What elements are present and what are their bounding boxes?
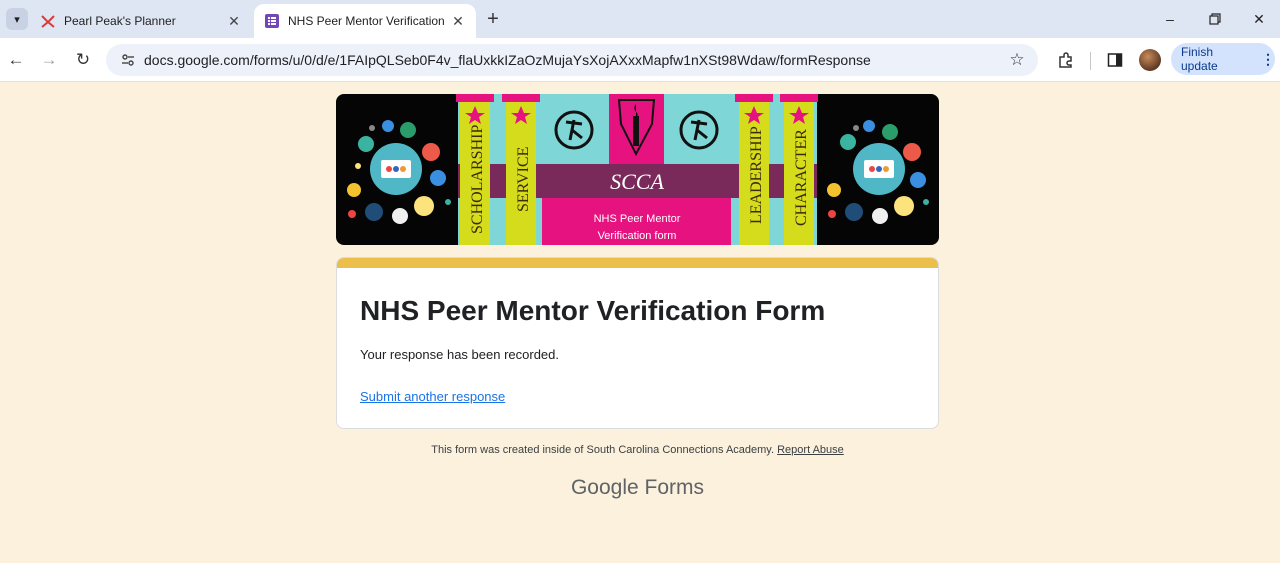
banner-caption-line2: Verification form (598, 230, 677, 242)
pillar-label-scholarship: SCHOLARSHIP (469, 125, 486, 234)
close-window-icon[interactable]: ✕ (1246, 6, 1272, 32)
bookmark-star-icon[interactable]: ☆ (1002, 45, 1032, 75)
browser-toolbar: ← → ↻ docs.google.com/forms/u/0/d/e/1FAI… (0, 38, 1280, 82)
pillar-label-leadership: LEADERSHIP (748, 126, 765, 224)
minimize-icon[interactable]: – (1157, 6, 1183, 32)
close-tab-icon[interactable]: ✕ (226, 13, 242, 29)
more-vert-icon: ⋮ (1261, 50, 1275, 67)
created-inside-text: This form was created inside of South Ca… (431, 444, 775, 456)
finish-update-label: Finish update (1181, 45, 1218, 73)
google-forms-logo[interactable]: Google Forms (336, 476, 939, 500)
forward-arrow-icon[interactable]: → (36, 47, 62, 73)
new-tab-plus-icon[interactable]: + (482, 8, 504, 30)
planner-favicon-icon (40, 13, 56, 29)
side-panel-icon[interactable] (1104, 49, 1126, 71)
form-footer: This form was created inside of South Ca… (336, 444, 939, 456)
back-arrow-icon[interactable]: ← (3, 47, 29, 73)
extensions-puzzle-icon[interactable] (1055, 49, 1077, 71)
pillar-leadership: LEADERSHIP (735, 94, 773, 245)
address-bar[interactable]: docs.google.com/forms/u/0/d/e/1FAIpQLSeb… (106, 44, 1038, 76)
response-card: NHS Peer Mentor Verification Form Your r… (336, 257, 939, 429)
form-header-banner: SCCA NHS Peer Mentor Verification form S… (336, 94, 939, 245)
url-text[interactable]: docs.google.com/forms/u/0/d/e/1FAIpQLSeb… (144, 52, 1002, 68)
pillar-label-character: CHARACTER (793, 129, 810, 226)
finish-update-button[interactable]: Finish update ⋮ (1171, 43, 1275, 75)
form-title: NHS Peer Mentor Verification Form (360, 295, 826, 326)
profile-avatar[interactable] (1139, 49, 1161, 71)
reload-icon[interactable]: ↻ (70, 47, 96, 73)
right-icon-cluster (827, 120, 929, 224)
pillar-scholarship: SCHOLARSHIP (456, 94, 494, 245)
card-accent-bar (337, 258, 938, 268)
submit-another-response-link[interactable]: Submit another response (360, 389, 505, 404)
forms-wordmark: Forms (644, 476, 705, 499)
google-forms-favicon-icon (264, 13, 280, 29)
tab-search-button[interactable]: ▾ (6, 8, 28, 30)
pillar-service: SERVICE (502, 94, 540, 245)
pillar-character: CHARACTER (780, 94, 818, 245)
tab-strip: ▾ Pearl Peak's Planner ✕ NHS Peer Mentor… (0, 0, 1280, 38)
site-settings-icon[interactable] (114, 52, 142, 68)
banner-artwork: SCCA NHS Peer Mentor Verification form S… (347, 94, 929, 245)
emblem-scca-text: SCCA (610, 169, 664, 194)
tab-nhs-form[interactable]: NHS Peer Mentor Verification F ✕ (254, 4, 476, 38)
tab-title: NHS Peer Mentor Verification F (288, 14, 444, 28)
tab-pearl-peaks-planner[interactable]: Pearl Peak's Planner ✕ (30, 4, 252, 38)
google-wordmark: Google (570, 476, 639, 499)
confirmation-message: Your response has been recorded. (360, 347, 559, 362)
pillar-label-service: SERVICE (515, 147, 532, 212)
banner-caption-line1: NHS Peer Mentor (594, 213, 681, 225)
chevron-down-icon: ▾ (14, 13, 20, 26)
left-icon-cluster (347, 120, 451, 224)
report-abuse-link[interactable]: Report Abuse (777, 444, 844, 456)
restore-icon[interactable] (1202, 6, 1228, 32)
tab-title: Pearl Peak's Planner (64, 14, 176, 28)
toolbar-divider (1090, 52, 1091, 70)
close-tab-icon[interactable]: ✕ (450, 13, 466, 29)
